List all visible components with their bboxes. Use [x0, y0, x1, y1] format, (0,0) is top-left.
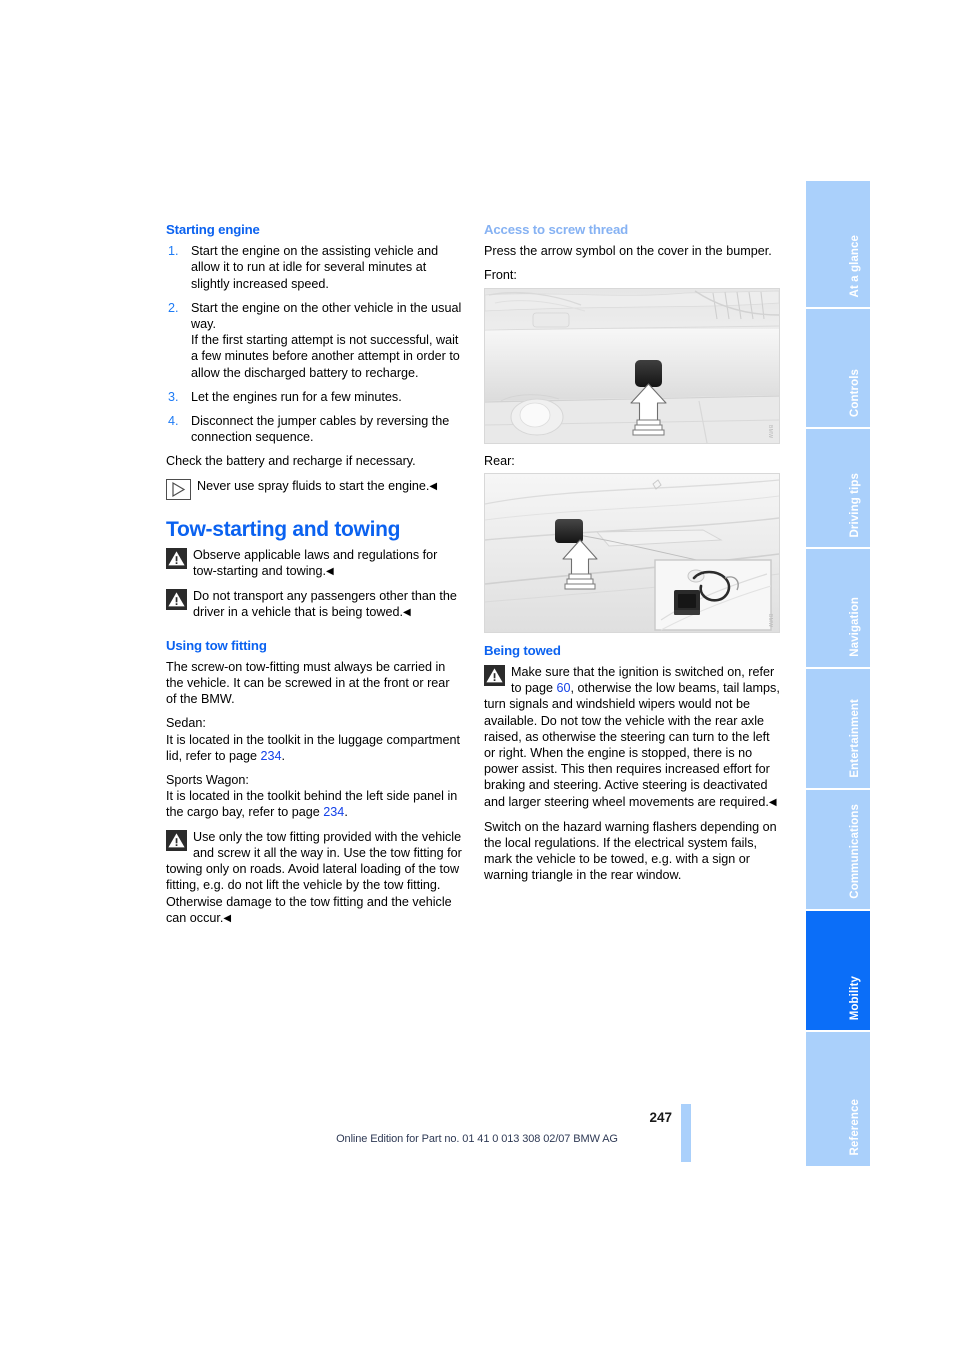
- step-number: 3.: [168, 389, 179, 404]
- sidebar-item-at-a-glance[interactable]: At a glance: [806, 181, 870, 309]
- starting-engine-closing: Check the battery and recharge if necess…: [166, 454, 416, 469]
- list-item: 1. Start the engine on the assisting veh…: [166, 243, 462, 292]
- note-spray-fluids: Never use spray fluids to start the engi…: [166, 478, 462, 500]
- step-text: Start the engine on the assisting vehicl…: [191, 244, 439, 291]
- warning-text: Make sure that the ignition is switched …: [484, 665, 780, 809]
- tab-label: Reference: [849, 1099, 861, 1156]
- sidebar-item-reference[interactable]: Reference: [806, 1032, 870, 1166]
- sidebar-item-communications[interactable]: Communications: [806, 790, 870, 911]
- sidebar-item-mobility[interactable]: Mobility: [806, 911, 870, 1032]
- sidebar-item-driving-tips[interactable]: Driving tips: [806, 429, 870, 549]
- warning-text: Observe applicable laws and regulations …: [193, 547, 438, 579]
- figure-watermark: BMW: [767, 614, 773, 628]
- starting-engine-steps: 1. Start the engine on the assisting veh…: [166, 243, 462, 445]
- step-number: 2.: [168, 300, 179, 315]
- sedan-label: Sedan:: [166, 716, 206, 731]
- sidebar-item-navigation[interactable]: Navigation: [806, 549, 870, 669]
- rear-label: Rear:: [484, 453, 515, 468]
- tab-label: At a glance: [849, 234, 861, 297]
- step-text: Start the engine on the other vehicle in…: [191, 300, 462, 380]
- heading-being-towed: Being towed: [484, 642, 561, 658]
- sports-wagon-label: Sports Wagon:: [166, 773, 249, 788]
- chapter-tab-rail: At a glance Controls Driving tips Naviga…: [806, 181, 870, 1166]
- list-item: 4. Disconnect the jumper cables by rever…: [166, 413, 462, 445]
- chapter-heading-tow-starting-and-towing: Tow-starting and towing: [166, 517, 401, 541]
- page-reference[interactable]: 234: [323, 805, 344, 819]
- page-reference[interactable]: 234: [261, 749, 282, 763]
- warning-being-towed: Make sure that the ignition is switched …: [484, 664, 780, 811]
- warning-text: Use only the tow fitting provided with t…: [166, 829, 462, 925]
- heading-access-to-screw-thread: Access to screw thread: [484, 222, 629, 237]
- step-number: 4.: [168, 414, 179, 429]
- figure-watermark: BMW: [767, 425, 773, 439]
- front-label: Front:: [484, 268, 517, 283]
- rear-bumper-illustration: [485, 473, 779, 632]
- tab-label: Communications: [849, 804, 861, 899]
- note-triangle-icon: [166, 478, 191, 500]
- tab-label: Driving tips: [849, 472, 861, 537]
- being-towed-paragraph: Switch on the hazard warning flashers de…: [484, 819, 777, 883]
- warning-triangle-icon: [166, 547, 187, 569]
- manual-page: Starting engine 1. Start the engine on t…: [0, 0, 954, 1351]
- list-item: 2. Start the engine on the other vehicle…: [166, 300, 462, 381]
- rear-bumper-cover-figure: BMW: [484, 472, 780, 633]
- warning-triangle-icon: [484, 665, 505, 687]
- step-number: 1.: [168, 244, 179, 259]
- tow-cap-detail-inset: [654, 559, 772, 631]
- front-bumper-illustration: [485, 288, 779, 443]
- tab-label: Entertainment: [849, 699, 861, 778]
- note-text: Never use spray fluids to start the engi…: [197, 478, 438, 493]
- heading-starting-engine: Starting engine: [166, 222, 260, 237]
- access-screw-thread-intro: Press the arrow symbol on the cover in t…: [484, 244, 772, 259]
- warning-no-passengers: Do not transport any passengers other th…: [166, 588, 462, 621]
- using-tow-fitting-intro: The screw-on tow-fitting must always be …: [166, 659, 450, 707]
- warning-tow-fitting-usage: Use only the tow fitting provided with t…: [166, 829, 462, 927]
- step-text: Let the engines run for a few minutes.: [191, 389, 402, 404]
- tab-label: Mobility: [849, 975, 861, 1020]
- tab-label: Navigation: [849, 597, 861, 657]
- tab-label: Controls: [849, 368, 861, 417]
- sports-wagon-info: Sports Wagon: It is located in the toolk…: [166, 773, 458, 820]
- left-column: Starting engine 1. Start the engine on t…: [166, 222, 462, 935]
- front-bumper-cover-figure: BMW: [484, 287, 780, 444]
- heading-using-tow-fitting: Using tow fitting: [166, 637, 267, 653]
- sedan-info: Sedan: It is located in the toolkit in t…: [166, 716, 461, 763]
- footer-edition-note: Online Edition for Part no. 01 41 0 013 …: [336, 1133, 618, 1145]
- step-text: Disconnect the jumper cables by reversin…: [191, 414, 450, 445]
- page-number: 247: [649, 1110, 672, 1125]
- warning-text: Do not transport any passengers other th…: [193, 589, 457, 620]
- warning-triangle-icon: [166, 829, 187, 851]
- warning-laws-and-regulations: Observe applicable laws and regulations …: [166, 547, 462, 580]
- right-column: Access to screw thread Press the arrow s…: [484, 222, 780, 892]
- warning-triangle-icon: [166, 589, 187, 611]
- page-reference[interactable]: 60: [557, 681, 571, 695]
- sidebar-item-entertainment[interactable]: Entertainment: [806, 669, 870, 790]
- list-item: 3. Let the engines run for a few minutes…: [166, 389, 462, 405]
- sidebar-item-controls[interactable]: Controls: [806, 309, 870, 429]
